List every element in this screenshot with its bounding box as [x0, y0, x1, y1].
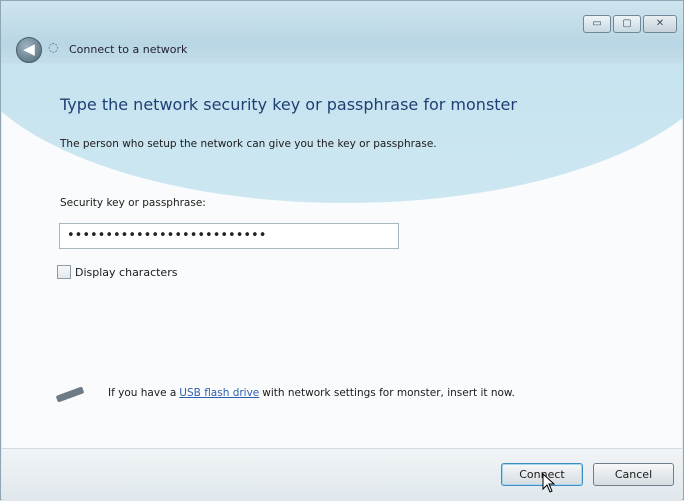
- instruction-text: The person who setup the network can giv…: [60, 138, 437, 150]
- connect-network-window: ▭ ▢ ✕ ◀ ◌ Connect to a network Type the …: [0, 0, 684, 501]
- display-characters-option[interactable]: Display characters: [57, 265, 177, 279]
- maximize-button[interactable]: ▢: [613, 15, 641, 33]
- network-icon: ◌: [48, 40, 59, 54]
- usb-hint-prefix: If you have a: [108, 387, 177, 399]
- usb-flash-drive-link[interactable]: USB flash drive: [179, 387, 259, 399]
- usb-drive-icon: [54, 386, 88, 403]
- security-key-label: Security key or passphrase:: [60, 197, 206, 209]
- usb-hint: If you have a USB flash drive with netwo…: [54, 386, 515, 403]
- back-arrow-icon[interactable]: ◀: [16, 37, 42, 63]
- security-key-input[interactable]: ••••••••••••••••••••••••••: [59, 223, 399, 249]
- cancel-button[interactable]: Cancel: [593, 463, 674, 486]
- display-characters-checkbox[interactable]: [57, 265, 71, 279]
- minimize-button[interactable]: ▭: [583, 15, 611, 33]
- breadcrumb: Connect to a network: [69, 43, 188, 56]
- display-characters-label: Display characters: [75, 265, 178, 279]
- title-bar: ▭ ▢ ✕ ◀ ◌ Connect to a network: [1, 1, 683, 63]
- window-controls: ▭ ▢ ✕: [583, 15, 677, 33]
- usb-hint-suffix: with network settings for monster, inser…: [262, 387, 515, 399]
- page-title: Type the network security key or passphr…: [60, 95, 517, 114]
- mouse-cursor-icon: [542, 473, 556, 493]
- close-button[interactable]: ✕: [643, 15, 677, 33]
